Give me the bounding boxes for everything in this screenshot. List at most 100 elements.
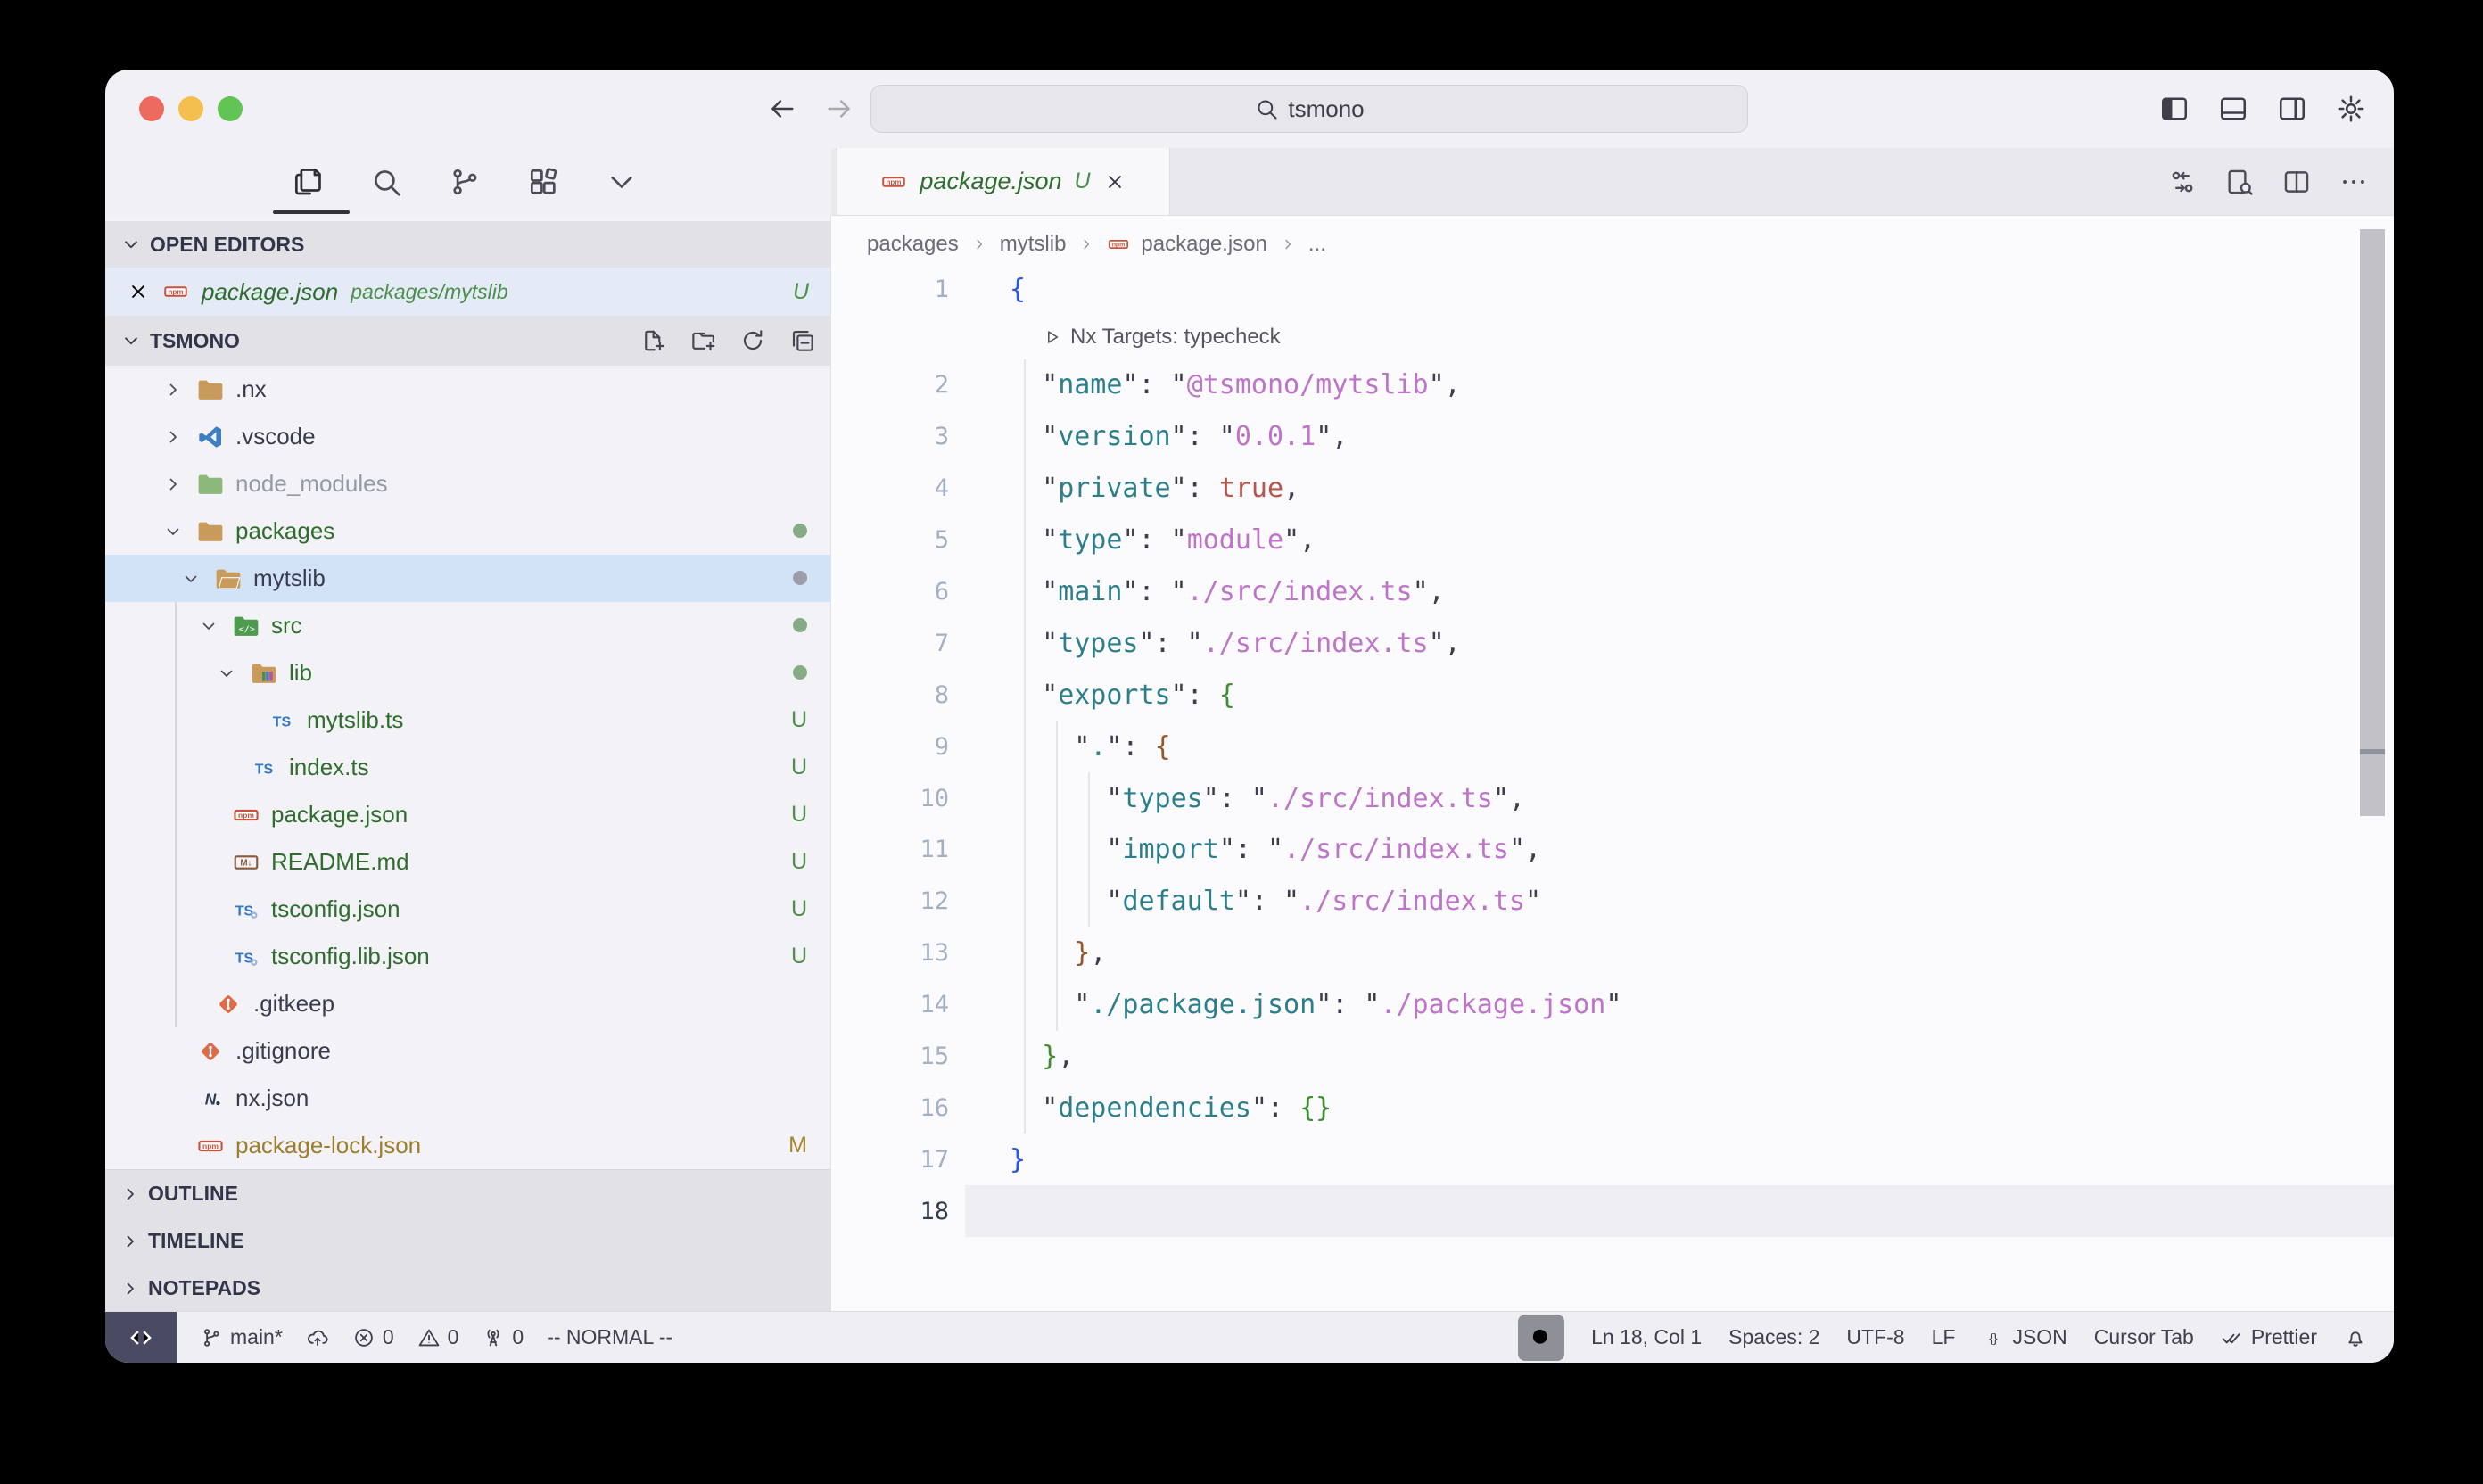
git-status-badge: U <box>791 707 807 733</box>
status-item-spaces-2[interactable]: Spaces: 2 <box>1728 1325 1819 1349</box>
open-editor-name: package.json <box>202 278 338 306</box>
tree-item-src[interactable]: </>src <box>105 602 830 649</box>
command-search-bar[interactable]: tsmono <box>870 85 1748 133</box>
search-icon[interactable] <box>369 165 403 199</box>
indent-guide <box>175 602 177 1027</box>
status-item-lf[interactable]: LF <box>1932 1325 1956 1349</box>
section-header-notepads[interactable]: NOTEPADS <box>105 1265 830 1312</box>
open-preview-icon[interactable] <box>2224 167 2255 197</box>
status-item[interactable] <box>306 1326 329 1349</box>
tree-item-mytslib[interactable]: mytslib <box>105 555 830 602</box>
extensions-icon[interactable] <box>526 165 560 199</box>
tree-item-node-modules[interactable]: node_modules <box>105 460 830 507</box>
status-item-0[interactable]: 0 <box>482 1325 524 1349</box>
split-editor-icon[interactable] <box>2281 167 2312 197</box>
status-item-prettier[interactable]: Prettier <box>2221 1325 2317 1349</box>
close-traffic-button[interactable] <box>139 96 164 121</box>
chevron-right-icon[interactable] <box>155 474 191 495</box>
close-icon[interactable] <box>1103 170 1126 194</box>
more-actions-icon[interactable] <box>2339 167 2369 197</box>
chevron-down-icon[interactable] <box>155 521 191 542</box>
tree-item-package-lock-json[interactable]: npmpackage-lock.jsonM <box>105 1122 830 1169</box>
minimize-traffic-button[interactable] <box>178 96 203 121</box>
explorer-files-icon[interactable] <box>291 165 325 199</box>
tree-item-package-json[interactable]: npmpackage.jsonU <box>105 791 830 838</box>
layout-sidebar-left-icon[interactable] <box>2158 93 2190 125</box>
tree-item-lib[interactable]: lib <box>105 649 830 697</box>
chevron-right-icon[interactable] <box>155 379 191 400</box>
close-icon[interactable] <box>127 280 150 303</box>
tree-item-tsconfig-json[interactable]: TStsconfig.jsonU <box>105 886 830 933</box>
back-arrow-icon[interactable] <box>767 94 797 124</box>
status-item-label: Ln 18, Col 1 <box>1591 1325 1702 1349</box>
open-editor-item[interactable]: npmpackage.jsonpackages/mytslibU <box>105 268 830 316</box>
forward-arrow-icon[interactable] <box>824 94 854 124</box>
tree-item--gitkeep[interactable]: .gitkeep <box>105 980 830 1027</box>
chevron-down-icon[interactable] <box>191 615 227 637</box>
code-area[interactable]: 1{Nx Targets: typecheck2 "name": "@tsmon… <box>831 216 2394 1311</box>
code-line-text: "./package.json": "./package.json" <box>1010 989 1621 1020</box>
tree-item--nx[interactable]: .nx <box>105 366 830 413</box>
svg-text:npm: npm <box>238 811 254 820</box>
refresh-icon[interactable] <box>739 327 766 354</box>
code-line-text: }, <box>1010 937 1106 969</box>
layout-sidebar-right-icon[interactable] <box>2276 93 2308 125</box>
section-header-outline[interactable]: OUTLINE <box>105 1170 830 1217</box>
open-editors-header[interactable]: OPEN EDITORS <box>105 221 830 268</box>
code-line: 12 "default": "./src/index.ts" <box>831 876 2394 928</box>
gear-icon[interactable] <box>2335 93 2367 125</box>
folder-icon <box>191 375 230 404</box>
overview-ruler-cursor-marker <box>2360 749 2385 754</box>
status-item-label: 0 <box>383 1325 394 1349</box>
git-status-badge: U <box>791 754 807 780</box>
compare-changes-icon[interactable] <box>2167 167 2198 197</box>
chevron-down-icon <box>120 233 143 256</box>
code-line-text: "main": "./src/index.ts", <box>1010 576 1445 607</box>
status-item-main-[interactable]: main* <box>200 1325 283 1349</box>
scrollbar-thumb[interactable] <box>2360 229 2385 816</box>
tree-item-nx-json[interactable]: Nnx.json <box>105 1075 830 1122</box>
tree-item-index-ts[interactable]: TSindex.tsU <box>105 744 830 791</box>
remote-indicator-badge[interactable] <box>105 1312 177 1363</box>
layout-panel-bottom-icon[interactable] <box>2217 93 2249 125</box>
status-bar: main*000-- NORMAL -- Ln 18, Col 1Spaces:… <box>105 1311 2394 1363</box>
chevron-down-icon[interactable] <box>209 663 244 684</box>
chevron-right-icon[interactable] <box>155 426 191 448</box>
tree-item-readme-md[interactable]: M↓README.mdU <box>105 838 830 886</box>
tree-item-packages[interactable]: packages <box>105 507 830 555</box>
status-item-0[interactable]: 0 <box>417 1325 459 1349</box>
status-item-0[interactable]: 0 <box>352 1325 394 1349</box>
tree-item--vscode[interactable]: .vscode <box>105 413 830 460</box>
open-editors-title: OPEN EDITORS <box>150 233 304 257</box>
zoom-indicator-badge[interactable] <box>1518 1315 1564 1361</box>
tree-item-label: .nx <box>235 375 267 403</box>
tree-item--gitignore[interactable]: .gitignore <box>105 1027 830 1075</box>
code-line: 8 "exports": { <box>831 669 2394 721</box>
section-header-timeline[interactable]: TIMELINE <box>105 1217 830 1265</box>
chevron-down-icon[interactable] <box>173 568 209 589</box>
editor-pane[interactable]: packagesmytslibnpmpackage.json... 1{Nx T… <box>831 216 2394 1311</box>
collapse-all-icon[interactable] <box>789 327 816 354</box>
status-item-json[interactable]: {}JSON <box>1982 1325 2066 1349</box>
code-line-text: "types": "./src/index.ts", <box>1010 783 1525 814</box>
status-item--normal-[interactable]: -- NORMAL -- <box>547 1325 672 1349</box>
tree-item-mytslib-ts[interactable]: TSmytslib.tsU <box>105 697 830 744</box>
new-folder-icon[interactable] <box>689 327 716 354</box>
status-item-cursor-tab[interactable]: Cursor Tab <box>2094 1325 2194 1349</box>
status-item-label: Prettier <box>2251 1325 2317 1349</box>
tree-item-tsconfig-lib-json[interactable]: TStsconfig.lib.jsonU <box>105 933 830 980</box>
source-control-icon[interactable] <box>448 165 482 199</box>
chevron-down-icon[interactable] <box>605 165 639 199</box>
code-lens[interactable]: Nx Targets: typecheck <box>1042 316 1281 359</box>
tab-package-json[interactable]: npm package.json U <box>837 148 1170 215</box>
zoom-traffic-button[interactable] <box>218 96 243 121</box>
status-item-label: -- NORMAL -- <box>547 1325 672 1349</box>
status-item[interactable] <box>2344 1326 2367 1349</box>
project-title: TSMONO <box>150 329 240 353</box>
chevron-right-icon <box>120 1278 141 1299</box>
new-file-icon[interactable] <box>639 327 666 354</box>
status-item-utf-8[interactable]: UTF-8 <box>1846 1325 1904 1349</box>
project-header[interactable]: TSMONO <box>105 316 830 366</box>
status-item-label: 0 <box>448 1325 459 1349</box>
status-item-ln-18-col-1[interactable]: Ln 18, Col 1 <box>1591 1325 1702 1349</box>
